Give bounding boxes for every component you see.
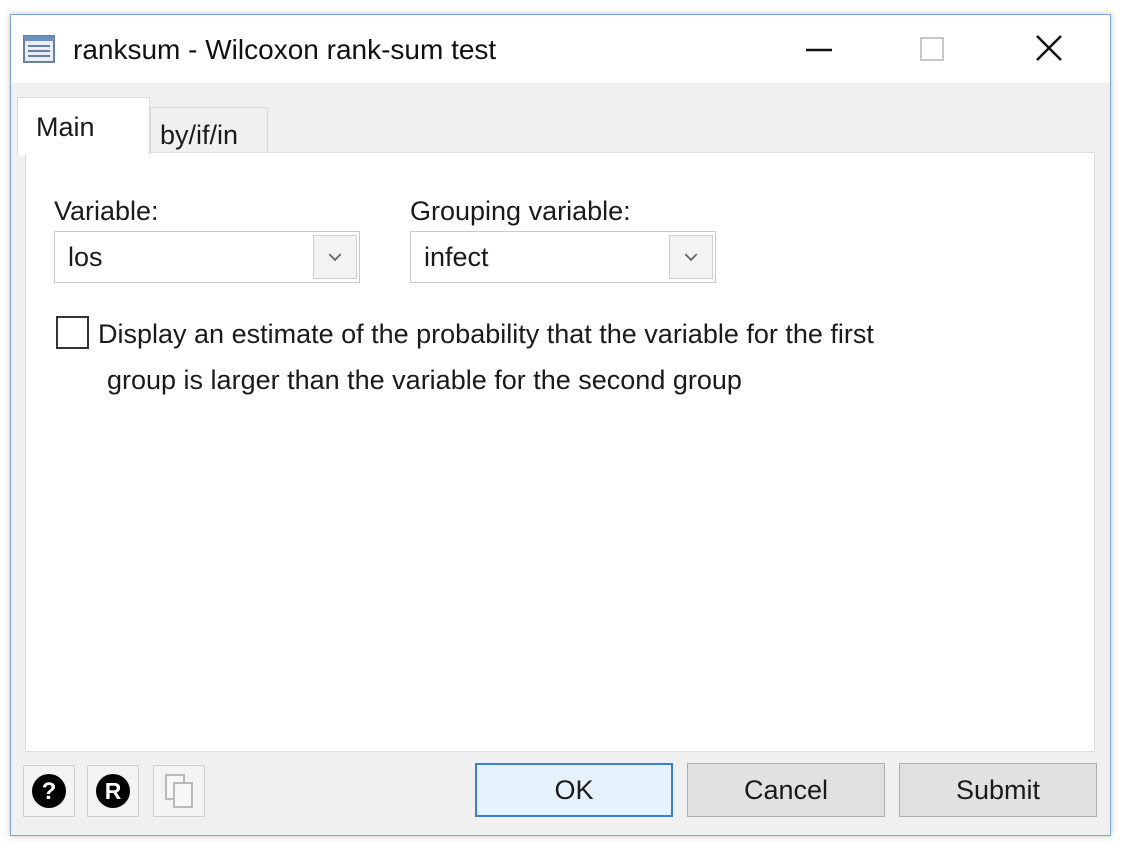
cancel-button[interactable]: Cancel xyxy=(687,763,885,817)
copy-button[interactable] xyxy=(153,765,205,817)
dialog-window: ranksum - Wilcoxon rank-sum test Main by… xyxy=(10,14,1111,836)
chevron-down-icon[interactable] xyxy=(313,235,357,279)
tab-main[interactable]: Main xyxy=(17,97,150,155)
chevron-down-icon[interactable] xyxy=(669,235,713,279)
ok-button[interactable]: OK xyxy=(475,763,673,817)
app-icon xyxy=(23,35,55,63)
checkbox-label-line2: group is larger than the variable for th… xyxy=(107,365,742,395)
probability-estimate-label[interactable]: Display an estimate of the probability t… xyxy=(98,311,1018,403)
close-icon[interactable] xyxy=(1019,25,1079,73)
variable-label: Variable: xyxy=(54,196,159,226)
button-bar: ? R OK Cancel Submit xyxy=(11,755,1110,835)
grouping-variable-value: infect xyxy=(424,242,489,272)
svg-text:?: ? xyxy=(42,778,57,805)
record-button[interactable]: R xyxy=(87,765,139,817)
variable-combobox[interactable]: los xyxy=(54,231,360,283)
tab-by-if-in[interactable]: by/if/in xyxy=(150,107,268,153)
minimize-icon[interactable] xyxy=(789,25,849,73)
grouping-variable-label: Grouping variable: xyxy=(410,196,631,226)
tab-bar: Main by/if/in xyxy=(11,95,1110,155)
help-button[interactable]: ? xyxy=(23,765,75,817)
record-icon: R xyxy=(96,774,130,808)
checkbox-label-line1: Display an estimate of the probability t… xyxy=(98,319,874,349)
grouping-variable-combobox[interactable]: infect xyxy=(410,231,716,283)
main-panel: Variable: los Grouping variable: infect … xyxy=(25,152,1095,752)
copy-icon xyxy=(165,774,193,808)
help-icon: ? xyxy=(32,774,66,808)
probability-estimate-checkbox[interactable] xyxy=(56,316,89,349)
variable-value: los xyxy=(68,242,103,272)
maximize-icon[interactable] xyxy=(901,25,961,73)
submit-button[interactable]: Submit xyxy=(899,763,1097,817)
window-title: ranksum - Wilcoxon rank-sum test xyxy=(73,34,497,65)
svg-text:R: R xyxy=(105,778,122,804)
title-bar[interactable]: ranksum - Wilcoxon rank-sum test xyxy=(11,15,1110,83)
